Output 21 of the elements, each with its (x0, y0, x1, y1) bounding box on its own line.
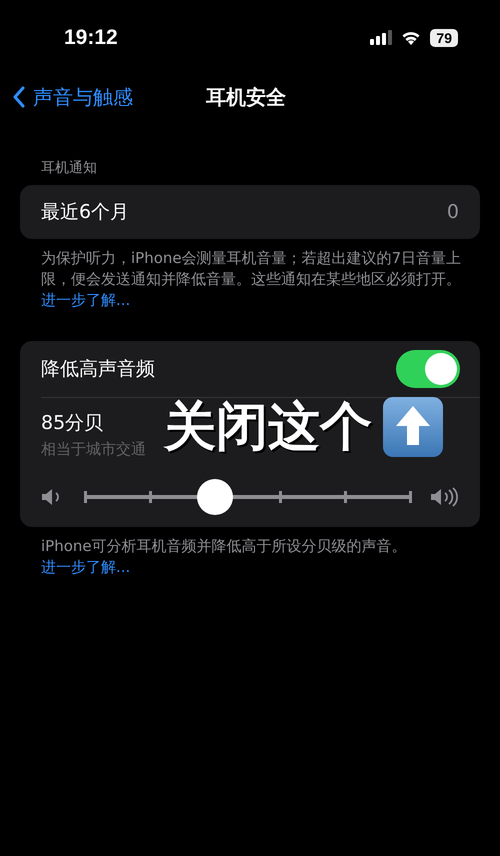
back-button[interactable]: 声音与触感 (0, 84, 133, 110)
decibel-description: 相当于城市交通 (41, 440, 146, 459)
row-label: 降低高声音频 (41, 357, 155, 382)
section-header: 耳机通知 (41, 159, 98, 177)
footer-text: 为保护听力，iPhone会测量耳机音量；若超出建议的7日音量上限，便会发送通知并降低音量。这些通知在某些地区必须打开。 (41, 249, 462, 288)
battery-level: 79 (430, 28, 458, 46)
learn-more-link[interactable]: 进一步了解... (41, 291, 130, 309)
status-time: 19:12 (64, 26, 118, 50)
speaker-high-icon (430, 487, 460, 507)
slider-thumb[interactable] (197, 479, 233, 515)
signal-icon (370, 30, 392, 46)
row-value: 0 (446, 201, 459, 223)
wifi-icon (401, 30, 422, 45)
learn-more-link[interactable]: 进一步了解... (41, 558, 130, 576)
chevron-left-icon (12, 86, 25, 108)
footer-text: iPhone可分析耳机音频并降低高于所设分贝级的声音。 (41, 537, 407, 555)
row-label: 最近6个月 (41, 200, 130, 225)
annotation-text: 关闭这个 (162, 396, 373, 459)
page-title: 耳机安全 (206, 84, 286, 110)
decibel-value: 85分贝 (41, 411, 104, 436)
toggle-switch[interactable] (396, 350, 460, 388)
